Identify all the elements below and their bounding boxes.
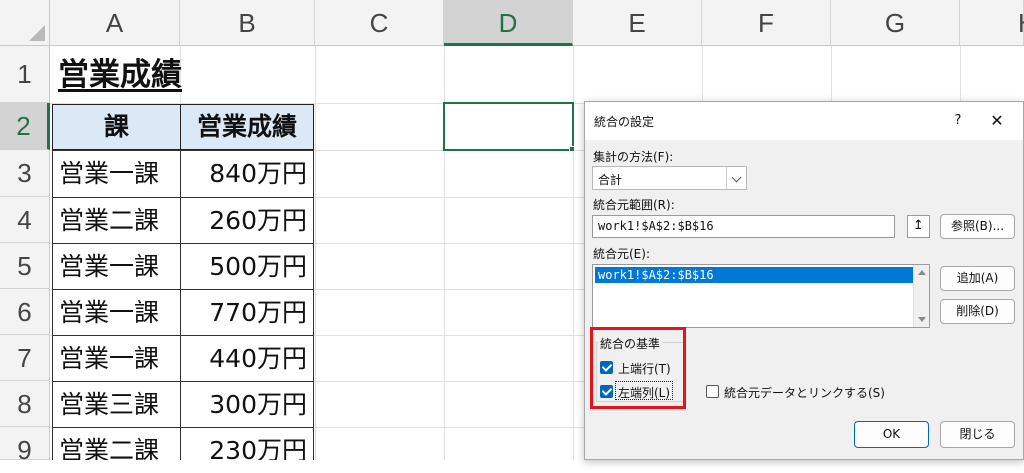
table-cell-section[interactable]: 営業一課 bbox=[52, 335, 181, 382]
close-button[interactable]: 閉じる bbox=[940, 421, 1015, 448]
reference-input[interactable]: work1!$A$2:$B$16 bbox=[592, 215, 895, 238]
all-references-list[interactable]: work1!$A$2:$B$16 bbox=[592, 264, 930, 328]
annotation-highlight bbox=[590, 327, 686, 409]
link-source-label[interactable]: 統合元データとリンクする(S) bbox=[724, 384, 885, 401]
row-header-2[interactable]: 2 bbox=[0, 103, 50, 150]
help-icon[interactable]: ? bbox=[947, 110, 969, 132]
select-all-icon bbox=[29, 25, 45, 41]
add-button[interactable]: 追加(A) bbox=[940, 266, 1015, 291]
row-header-6[interactable]: 6 bbox=[0, 289, 50, 335]
list-scrollbar[interactable] bbox=[913, 265, 929, 327]
table-cell-section[interactable]: 営業一課 bbox=[52, 243, 181, 290]
table-header-section[interactable]: 課 bbox=[52, 104, 181, 150]
table-cell-section[interactable]: 営業二課 bbox=[52, 197, 181, 244]
row-header-9[interactable]: 9 bbox=[0, 427, 50, 465]
link-source-checkbox[interactable] bbox=[706, 385, 719, 398]
table-cell-sales[interactable]: 770万円 bbox=[180, 289, 314, 336]
scroll-down-icon[interactable] bbox=[918, 317, 926, 322]
close-icon[interactable]: ✕ bbox=[985, 110, 1009, 132]
column-header-b[interactable]: B bbox=[180, 0, 315, 46]
function-label: 集計の方法(F): bbox=[593, 150, 674, 164]
column-header-g[interactable]: G bbox=[831, 0, 960, 46]
fill-handle[interactable] bbox=[569, 146, 575, 152]
browse-button[interactable]: 参照(B)... bbox=[940, 214, 1015, 239]
delete-button[interactable]: 削除(D) bbox=[940, 299, 1015, 324]
table-cell-sales[interactable]: 440万円 bbox=[180, 335, 314, 382]
row-header-1[interactable]: 1 bbox=[0, 46, 50, 103]
column-header-h[interactable]: H bbox=[960, 0, 1024, 46]
table-header-sales[interactable]: 営業成績 bbox=[180, 104, 314, 150]
function-value: 合計 bbox=[598, 173, 623, 187]
column-header-a[interactable]: A bbox=[50, 0, 180, 46]
table-cell-sales[interactable]: 230万円 bbox=[180, 427, 314, 460]
chevron-down-icon[interactable] bbox=[726, 167, 746, 189]
table-cell-section[interactable]: 営業二課 bbox=[52, 427, 181, 460]
scroll-up-icon[interactable] bbox=[918, 270, 926, 275]
collapse-dialog-icon[interactable]: ↥ bbox=[907, 215, 930, 238]
consolidate-dialog: 統合の設定 ? ✕ 集計の方法(F): 合計 統合元範囲(R): work1!$… bbox=[584, 101, 1024, 460]
row-header-4[interactable]: 4 bbox=[0, 197, 50, 243]
selected-cell-d2[interactable] bbox=[443, 102, 574, 151]
column-header-f[interactable]: F bbox=[702, 0, 831, 46]
table-cell-section[interactable]: 営業一課 bbox=[52, 150, 181, 198]
column-header-e[interactable]: E bbox=[573, 0, 702, 46]
table-cell-section[interactable]: 営業一課 bbox=[52, 289, 181, 336]
table-cell-sales[interactable]: 300万円 bbox=[180, 381, 314, 428]
column-header-d[interactable]: D bbox=[444, 0, 573, 46]
function-combo[interactable]: 合計 bbox=[592, 166, 747, 190]
select-all-corner[interactable] bbox=[0, 0, 50, 46]
table-cell-sales[interactable]: 840万円 bbox=[180, 150, 314, 198]
all-references-label: 統合元(E): bbox=[593, 247, 650, 261]
table-cell-sales[interactable]: 500万円 bbox=[180, 243, 314, 290]
row-header-5[interactable]: 5 bbox=[0, 243, 50, 289]
table-cell-sales[interactable]: 260万円 bbox=[180, 197, 314, 244]
column-header-c[interactable]: C bbox=[315, 0, 444, 46]
reference-label: 統合元範囲(R): bbox=[593, 198, 675, 212]
dialog-title: 統合の設定 bbox=[594, 115, 655, 129]
ok-button[interactable]: OK bbox=[854, 421, 929, 448]
row-header-7[interactable]: 7 bbox=[0, 335, 50, 381]
dialog-title-bar[interactable]: 統合の設定 ? ✕ bbox=[585, 102, 1023, 140]
row-header-8[interactable]: 8 bbox=[0, 381, 50, 427]
sheet-title: 営業成績 bbox=[58, 57, 182, 93]
list-item[interactable]: work1!$A$2:$B$16 bbox=[595, 267, 913, 283]
table-cell-section[interactable]: 営業三課 bbox=[52, 381, 181, 428]
gridline bbox=[315, 46, 316, 460]
row-header-3[interactable]: 3 bbox=[0, 150, 50, 197]
